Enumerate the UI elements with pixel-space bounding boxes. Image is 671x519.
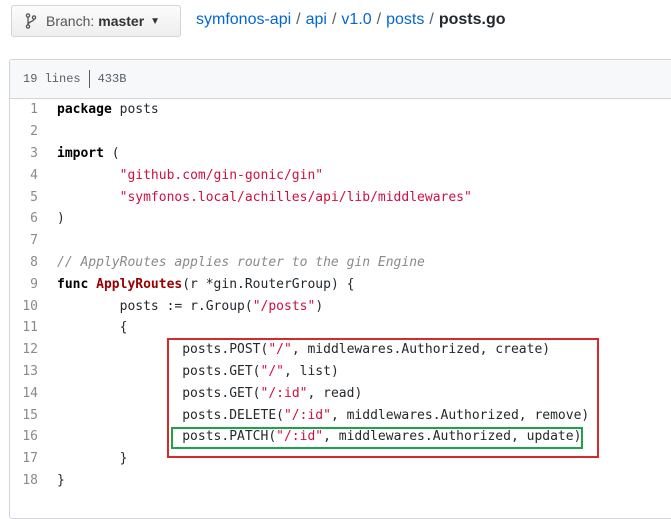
line-number[interactable]: 14 bbox=[10, 386, 38, 401]
line-number[interactable]: 11 bbox=[10, 320, 38, 335]
code-line: 18} bbox=[10, 470, 671, 492]
line-number[interactable]: 13 bbox=[10, 364, 38, 379]
breadcrumb-separator: / bbox=[296, 11, 301, 28]
breadcrumb: symfonos-api / api / v1.0/posts / posts.go bbox=[196, 11, 506, 29]
breadcrumb-separator: / bbox=[429, 11, 434, 28]
code-line: 4 "github.com/gin-gonic/gin" bbox=[10, 164, 671, 186]
file-info-divider bbox=[88, 70, 90, 88]
breadcrumb-current-file: posts.go bbox=[438, 11, 506, 28]
file-size: 433B bbox=[97, 72, 127, 86]
highlight-box-patch-route bbox=[171, 427, 583, 449]
line-number[interactable]: 6 bbox=[10, 211, 38, 226]
code-line: 6) bbox=[10, 208, 671, 230]
code-line: 3 import ( bbox=[10, 143, 671, 165]
line-number[interactable]: 18 bbox=[10, 473, 38, 488]
code-line: 9 func ApplyRoutes(r *gin.RouterGroup) { bbox=[10, 273, 671, 295]
line-number[interactable]: 12 bbox=[10, 342, 38, 357]
code-line: 8// ApplyRoutes applies router to the gi… bbox=[10, 252, 671, 274]
code-line: 5 "symfonos.local/achilles/api/lib/middl… bbox=[10, 186, 671, 208]
line-number[interactable]: 9 bbox=[10, 277, 38, 292]
breadcrumb-separator: / bbox=[376, 11, 382, 28]
breadcrumb-link-version[interactable]: v1.0 bbox=[341, 11, 371, 28]
line-number[interactable]: 5 bbox=[10, 190, 38, 205]
file-info-bar: 19 lines 433B bbox=[10, 60, 671, 99]
line-count: 19 lines bbox=[23, 72, 81, 86]
code-line: 1 package posts bbox=[10, 99, 671, 121]
git-branch-icon bbox=[25, 13, 37, 29]
line-number[interactable]: 16 bbox=[10, 429, 38, 444]
line-number[interactable]: 17 bbox=[10, 451, 38, 466]
code-line: 2 bbox=[10, 121, 671, 143]
line-number[interactable]: 10 bbox=[10, 299, 38, 314]
branch-label: Branch: bbox=[46, 13, 95, 29]
line-number[interactable]: 8 bbox=[10, 255, 38, 270]
breadcrumb-link-posts[interactable]: posts bbox=[386, 11, 424, 28]
line-number[interactable]: 15 bbox=[10, 408, 38, 423]
line-number[interactable]: 1 bbox=[10, 102, 38, 117]
branch-select-button[interactable]: Branch: master ▼ bbox=[11, 5, 181, 37]
breadcrumb-link-repo[interactable]: symfonos-api bbox=[196, 11, 291, 28]
line-number[interactable]: 4 bbox=[10, 168, 38, 183]
breadcrumb-link-api[interactable]: api bbox=[306, 11, 327, 28]
code-line: 11 { bbox=[10, 317, 671, 339]
chevron-down-icon: ▼ bbox=[150, 15, 161, 27]
code-line: 7 bbox=[10, 230, 671, 252]
line-number[interactable]: 2 bbox=[10, 124, 38, 139]
breadcrumb-separator: / bbox=[331, 11, 337, 28]
code-line: 10 posts := r.Group("/posts") bbox=[10, 295, 671, 317]
line-number[interactable]: 3 bbox=[10, 146, 38, 161]
line-number[interactable]: 7 bbox=[10, 233, 38, 248]
branch-name: master bbox=[98, 13, 145, 29]
